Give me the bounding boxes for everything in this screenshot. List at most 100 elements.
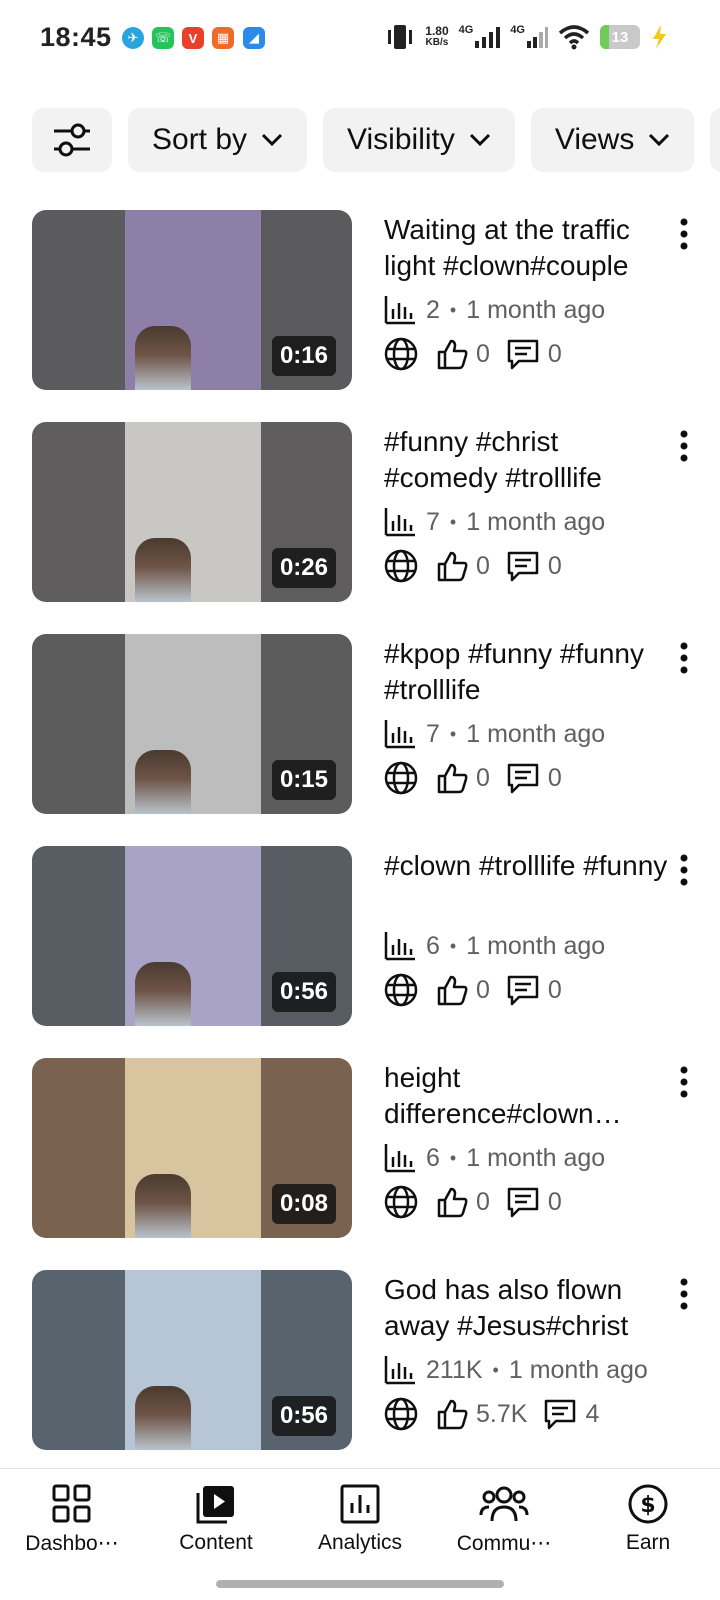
video-title[interactable]: height difference#clown #funny [384,1060,674,1132]
telegram-icon: ✈ [122,27,144,49]
visibility-label: Visibility [347,123,455,156]
view-count: 6 [426,931,440,960]
tune-icon [54,123,90,157]
svg-text:$: $ [640,1493,655,1518]
filter-settings-button[interactable] [32,108,112,172]
video-thumbnail[interactable]: 0:16 [32,210,352,390]
net-speed-value: 1.80 [425,24,449,38]
upload-age: 1 month ago [508,1355,648,1384]
video-thumbnail[interactable]: 0:56 [32,1270,352,1450]
net-type-2: 4G [510,24,525,36]
video-stats: 5.7K 4 [384,1396,674,1432]
more-options-button[interactable] [674,640,694,676]
video-duration: 0:15 [271,760,336,800]
video-meta: 7 • 1 month ago [384,504,674,540]
video-row[interactable]: 0:16 Waiting at the traffic light #clown… [0,210,720,422]
video-stats: 0 0 [384,548,674,584]
thumbnail-overlay [135,1174,191,1238]
comment-icon [507,763,539,794]
view-count: 7 [426,719,440,748]
video-thumbnail[interactable]: 0:15 [32,634,352,814]
video-title[interactable]: God has also flown away #Jesus#christ [384,1272,674,1344]
upload-age: 1 month ago [466,719,606,748]
video-duration: 0:26 [271,548,336,588]
status-bar: 18:45 ✈ ☏ V ▦ ◢ 1.80 KB/s 4G 4G 13 [0,0,720,78]
home-indicator[interactable] [216,1580,504,1588]
video-row[interactable]: 0:08 height difference#clown #funny 6 • … [0,1058,720,1270]
view-count: 6 [426,1143,440,1172]
community-icon [479,1486,529,1522]
more-vertical-icon [680,854,688,886]
more-options-button[interactable] [674,428,694,464]
video-title[interactable]: Waiting at the traffic light #clown#coup… [384,212,674,284]
video-row[interactable]: 0:26 #funny #christ #comedy #trolllife 7… [0,422,720,634]
analytics-bars-icon [384,720,415,749]
views-chip[interactable]: Views [530,108,695,172]
video-title[interactable]: #clown #trolllife #funny [384,848,674,920]
view-count: 211K [426,1355,483,1384]
thumbnail-overlay [135,326,191,390]
signal-1: 4G [459,25,501,49]
more-vertical-icon [680,430,688,462]
like-icon [437,1399,468,1430]
globe-icon [384,337,418,371]
video-info: God has also flown away #Jesus#christ 21… [384,1272,674,1432]
like-icon [437,551,468,582]
signal-weak-icon [527,27,548,48]
comment-count: 0 [547,975,562,1004]
net-speed: 1.80 KB/s [425,25,448,49]
views-label: Views [554,123,635,156]
thumbnail-overlay [135,1386,191,1450]
video-stats: 0 0 [384,1184,674,1220]
like-count: 5.7K [476,1399,528,1428]
video-list: 0:16 Waiting at the traffic light #clown… [0,210,720,1482]
comment-count: 0 [547,1187,562,1216]
video-info: height difference#clown #funny 6 • 1 mon… [384,1060,674,1220]
video-meta: 6 • 1 month ago [384,928,674,964]
more-options-button[interactable] [674,216,694,252]
status-time: 18:45 [40,22,112,52]
meta-separator: • [449,299,457,320]
meta-separator: • [492,1359,499,1380]
sort-by-label: Sort by [152,123,248,156]
analytics-bars-icon [384,296,415,325]
video-stats: 0 0 [384,336,674,372]
nav-dashboard[interactable]: Dashbo⋯ [0,1469,144,1600]
video-row[interactable]: 0:56 God has also flown away #Jesus#chri… [0,1270,720,1482]
globe-icon [384,973,418,1007]
visibility-chip[interactable]: Visibility [323,108,515,172]
net-type-1: 4G [458,24,474,36]
more-options-button[interactable] [674,1064,694,1100]
video-title[interactable]: #funny #christ #comedy #trolllife [384,424,674,496]
dollar-icon: $ [628,1484,668,1524]
nav-dashboard-label: Dashbo⋯ [25,1532,119,1555]
vivaldi-icon: V [182,27,204,49]
video-duration: 0:56 [271,1396,336,1436]
chevron-down-icon [469,133,490,147]
nav-earn[interactable]: $ Earn [576,1469,720,1600]
video-thumbnail[interactable]: 0:56 [32,846,352,1026]
sort-by-chip[interactable]: Sort by [128,108,308,172]
meta-separator: • [449,935,457,956]
video-stats: 0 0 [384,760,674,796]
video-row[interactable]: 0:15 #kpop #funny #funny #trolllife 7 • … [0,634,720,846]
video-stats: 0 0 [384,972,674,1008]
video-title[interactable]: #kpop #funny #funny #trolllife [384,636,674,708]
upload-age: 1 month ago [466,1143,606,1172]
analytics-bars-icon [384,508,415,537]
battery-level: 13 [611,28,629,46]
video-thumbnail[interactable]: 0:08 [32,1058,352,1238]
more-filters-chip[interactable] [710,108,720,172]
more-options-button[interactable] [674,1276,694,1312]
signal-2: 4G [510,25,548,49]
more-vertical-icon [680,1278,688,1310]
view-count: 7 [426,507,440,536]
thumbnail-overlay [135,750,191,814]
video-row[interactable]: 0:56 #clown #trolllife #funny 6 • 1 mont… [0,846,720,1058]
video-thumbnail[interactable]: 0:26 [32,422,352,602]
video-meta: 2 • 1 month ago [384,292,674,328]
video-info: #clown #trolllife #funny 6 • 1 month ago [384,848,674,1008]
more-options-button[interactable] [674,852,694,888]
signal-icon [475,27,501,48]
battery-indicator: 13 [600,25,640,49]
